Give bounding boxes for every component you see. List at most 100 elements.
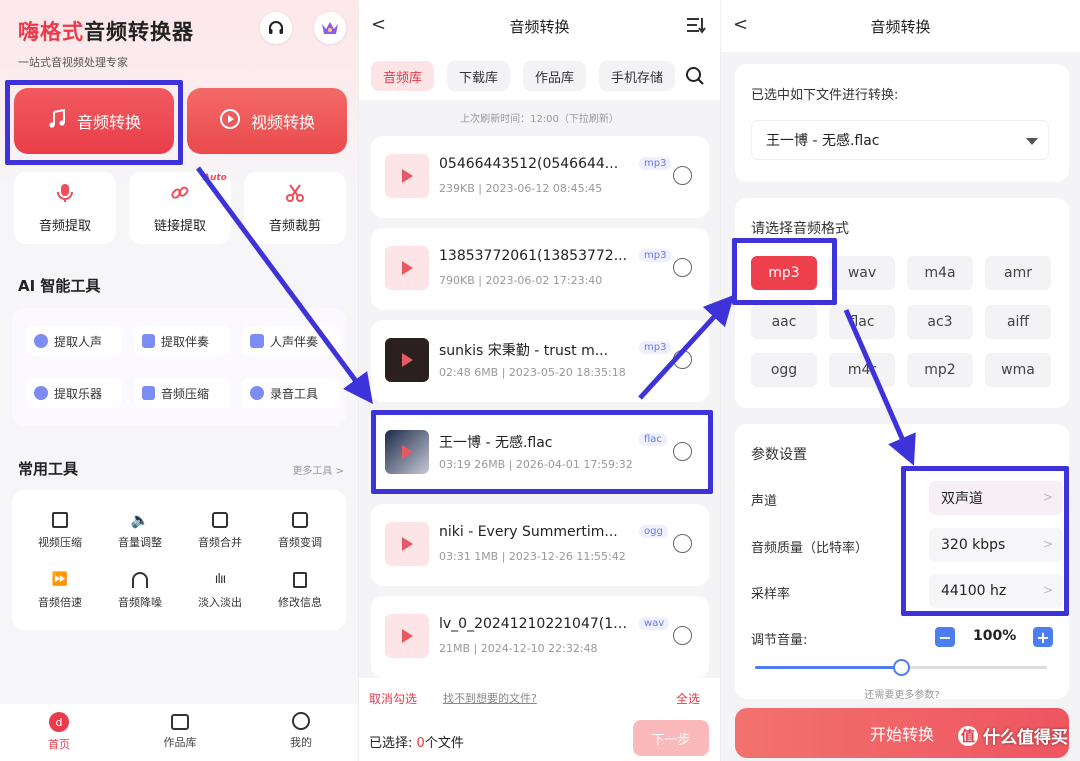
convert-header: < 音频转换 xyxy=(721,0,1080,52)
tab-works[interactable]: 作品库 xyxy=(523,61,587,91)
common-tool-item[interactable]: 音频变调 xyxy=(260,512,340,550)
param-label: 音频质量（比特率） xyxy=(751,541,869,556)
guitar-icon xyxy=(34,386,48,400)
select-radio[interactable] xyxy=(673,258,692,277)
tab-audio-library[interactable]: 音频库 xyxy=(371,61,435,91)
file-item[interactable]: lv_0_20241210221047(1)... 21MB | 2024-12… xyxy=(371,596,709,678)
common-tool-item[interactable]: ılıı 淡入淡出 xyxy=(180,572,260,610)
volume-slider[interactable] xyxy=(755,659,1047,676)
file-item[interactable]: 13853772061(13853772... 790KB | 2023-06-… xyxy=(371,228,709,310)
nav-mine[interactable]: 我的 xyxy=(266,712,336,750)
tab-downloads[interactable]: 下载库 xyxy=(447,61,511,91)
link-icon xyxy=(170,183,190,207)
file-item[interactable]: niki - Every Summertim... 03:31 1MB | 20… xyxy=(371,504,709,586)
format-m4r[interactable]: m4r xyxy=(829,353,895,387)
file-item[interactable]: 05466443512(0546644... 239KB | 2023-06-1… xyxy=(371,136,709,218)
format-aac[interactable]: aac xyxy=(751,305,817,339)
volume-label: 调节音量: xyxy=(751,633,808,648)
page-title: 音频转换 xyxy=(509,18,570,36)
file-name: 05466443512(0546644... xyxy=(439,156,619,172)
search-icon[interactable] xyxy=(685,66,705,90)
format-mp2[interactable]: mp2 xyxy=(907,353,973,387)
format-wma[interactable]: wma xyxy=(985,353,1051,387)
convert-screen: < 音频转换 已选中如下文件进行转换: 王一博 - 无感.flac 请选择音频格… xyxy=(720,0,1080,761)
common-tool-item[interactable]: 🔈 音量调整 xyxy=(100,512,180,550)
ai-tool-item[interactable]: 提取乐器 xyxy=(26,378,122,408)
file-meta: 03:31 1MB | 2023-12-26 11:55:42 xyxy=(439,550,626,563)
headphone-icon xyxy=(132,572,148,588)
headset-icon[interactable] xyxy=(260,12,292,44)
video-compress-icon xyxy=(52,512,68,528)
select-all-button[interactable]: 全选 xyxy=(676,690,700,707)
tool-audio-trim[interactable]: 音频裁剪 xyxy=(244,172,346,244)
common-tool-item[interactable]: 修改信息 xyxy=(260,572,340,610)
volume-decrease-button[interactable]: − xyxy=(935,627,955,647)
fade-icon: ılıı xyxy=(214,572,226,587)
library-header: < 音频转换 xyxy=(359,0,720,52)
param-label: 采样率 xyxy=(751,587,791,602)
ai-tool-item[interactable]: 提取人声 xyxy=(26,326,122,356)
volume-value: 100% xyxy=(973,628,1017,644)
volume-slider-handle[interactable] xyxy=(893,659,910,676)
file-name: lv_0_20241210221047(1)... xyxy=(439,616,629,632)
bottom-nav: d 首页 作品库 我的 xyxy=(0,704,358,761)
page-title: 音频转换 xyxy=(870,18,931,36)
play-circle-icon xyxy=(219,108,241,134)
crown-icon[interactable] xyxy=(314,12,346,44)
more-tools-link[interactable]: 更多工具 > xyxy=(292,462,344,477)
tool-audio-extract[interactable]: 音频提取 xyxy=(14,172,116,244)
format-badge: mp3 xyxy=(639,249,672,262)
format-section-title: 请选择音频格式 xyxy=(751,221,849,237)
ai-tool-item[interactable]: 音频压缩 xyxy=(134,378,230,408)
music-file-icon xyxy=(142,334,155,348)
not-found-link[interactable]: 找不到想要的文件? xyxy=(443,690,537,706)
format-aiff[interactable]: aiff xyxy=(985,305,1051,339)
more-params-hint[interactable]: 还需要更多参数? xyxy=(735,686,1069,701)
pitch-icon xyxy=(292,512,308,528)
nav-home[interactable]: d 首页 xyxy=(24,712,94,752)
refresh-note: 上次刷新时间：12:00（下拉刷新） xyxy=(460,114,619,125)
common-tool-item[interactable]: ⏩ 音频倍速 xyxy=(20,572,100,610)
merge-icon xyxy=(212,512,228,528)
home-logo-icon: d xyxy=(49,712,69,732)
next-button[interactable]: 下一步 xyxy=(633,720,709,756)
file-item[interactable]: sunkis 宋秉勤 - trust m... 02:48 6MB | 2023… xyxy=(371,320,709,402)
compress-icon xyxy=(142,386,155,400)
tab-phone-storage[interactable]: 手机存储 xyxy=(599,61,676,91)
ai-tool-item[interactable]: 人声伴奏 xyxy=(242,326,340,356)
scissors-icon xyxy=(285,183,305,207)
select-radio[interactable] xyxy=(673,166,692,185)
user-icon xyxy=(292,712,310,730)
screenshot-collage: 嗨格式音频转换器 一站式音视频处理专家 音频转换 视频转换 音频提取 链接提取 … xyxy=(0,0,1080,761)
common-tool-item[interactable]: 音频降噪 xyxy=(100,572,180,610)
format-ac3[interactable]: ac3 xyxy=(907,305,973,339)
ai-tool-item[interactable]: 提取伴奏 xyxy=(134,326,230,356)
video-convert-button[interactable]: 视频转换 xyxy=(187,88,347,154)
select-radio[interactable] xyxy=(673,626,692,645)
format-ogg[interactable]: ogg xyxy=(751,353,817,387)
cancel-select-button[interactable]: 取消勾选 xyxy=(369,690,417,707)
volume-icon: 🔈 xyxy=(130,511,150,529)
ai-tool-item[interactable]: 录音工具 xyxy=(242,378,340,408)
format-m4a[interactable]: m4a xyxy=(907,256,973,290)
select-radio[interactable] xyxy=(673,350,692,369)
selected-file-card: 已选中如下文件进行转换: 王一博 - 无感.flac xyxy=(735,64,1069,182)
file-name: niki - Every Summertim... xyxy=(439,524,618,540)
common-tool-item[interactable]: 音频合并 xyxy=(180,512,260,550)
volume-increase-button[interactable]: + xyxy=(1033,627,1053,647)
selected-count: 已选择: 0个文件 xyxy=(369,736,464,751)
select-radio[interactable] xyxy=(673,534,692,553)
microphone-icon xyxy=(56,183,74,207)
format-wav[interactable]: wav xyxy=(829,256,895,290)
nav-works[interactable]: 作品库 xyxy=(145,712,215,750)
tool-label: 音频裁剪 xyxy=(268,218,321,234)
file-dropdown[interactable]: 王一博 - 无感.flac xyxy=(751,120,1049,160)
file-meta: 02:48 6MB | 2023-05-20 18:35:18 xyxy=(439,366,626,379)
tool-label: 链接提取 xyxy=(153,218,206,234)
format-amr[interactable]: amr xyxy=(985,256,1051,290)
format-flac[interactable]: flac xyxy=(829,305,895,339)
file-meta: 21MB | 2024-12-10 22:32:48 xyxy=(439,642,598,655)
common-tool-item[interactable]: 视频压缩 xyxy=(20,512,100,550)
sort-icon[interactable] xyxy=(686,16,706,38)
highlight-selected-file xyxy=(371,410,713,494)
